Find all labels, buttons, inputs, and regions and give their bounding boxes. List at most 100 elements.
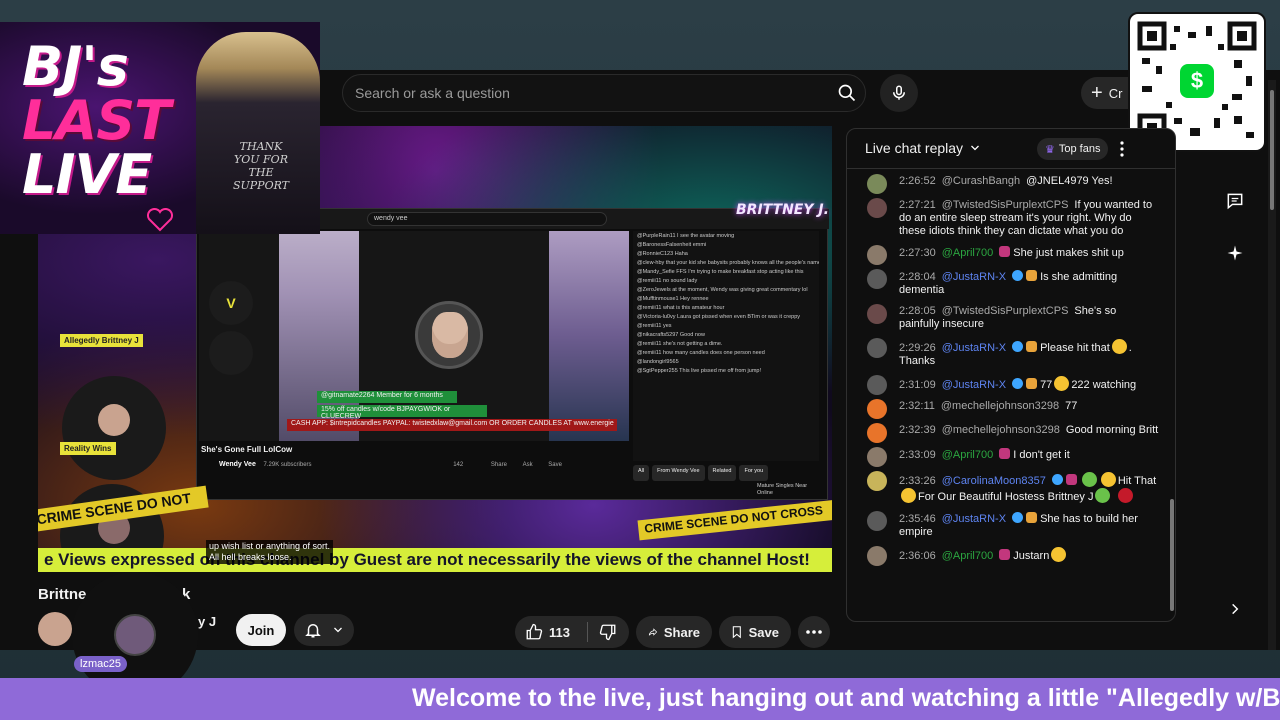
stage-label-guest: Reality Wins: [60, 442, 116, 455]
shared-chat-line: @remiii11 she's not getting a dime.: [637, 340, 723, 347]
chat-timestamp: 2:26:52: [899, 175, 936, 187]
promo-cashapp: CASH APP: $intrepidcandles PAYPAL: twist…: [287, 419, 617, 431]
chat-author[interactable]: @CurashBangh: [942, 175, 1020, 187]
stage-cam-host: [62, 376, 166, 480]
chat-author[interactable]: @mechellejohnson3298: [942, 424, 1060, 436]
chat-title-label: Live chat replay: [865, 140, 964, 156]
chat-avatar: [867, 546, 887, 566]
shared-share: Share: [490, 462, 507, 468]
shared-avatar: [415, 301, 483, 369]
member-badge-icon: [999, 549, 1011, 560]
chat-text: @JNEL4979 Yes!: [1026, 175, 1113, 187]
chevron-down-icon: [334, 627, 342, 633]
shared-tab: For you: [739, 465, 769, 481]
chat-message: 2:32:39 @mechellejohnson3298 Good morning …: [847, 420, 1169, 444]
shared-subs: 7.29K subscribers: [263, 462, 312, 468]
chat-author[interactable]: @CarolinaMoon8357: [942, 475, 1046, 487]
shared-chat-line: @remiii11 how many candles does one pers…: [637, 349, 765, 356]
chat-author[interactable]: @TwistedSisPurplextCPS: [942, 305, 1069, 317]
more-actions-button[interactable]: [798, 616, 830, 648]
like-dislike-group: 113: [515, 616, 629, 648]
stream-screen: + Cr Allegedly Brittney J Reality Wins w…: [0, 0, 1280, 720]
chat-text: Hit That: [1117, 475, 1157, 487]
dislike-button[interactable]: [588, 623, 628, 641]
chat-author[interactable]: @JustaRN-X: [942, 271, 1006, 283]
moderator-badge-icon: [1012, 341, 1024, 352]
chat-author[interactable]: @JustaRN-X: [942, 513, 1006, 525]
channel-avatar[interactable]: [38, 612, 72, 646]
waving-hand-emoji-icon: [1100, 472, 1116, 487]
shared-guest-cam: [209, 331, 253, 375]
chat-message: 2:29:26 @JustaRN-X Please hit that. Thanks: [847, 335, 1169, 372]
chat-text: I don't get it: [1013, 449, 1070, 461]
notifications-button[interactable]: [294, 614, 354, 646]
chat-author[interactable]: @April700: [942, 247, 994, 259]
chat-menu-button[interactable]: [1117, 139, 1127, 159]
comment-icon: [1227, 193, 1243, 210]
crime-tape-right: CRIME SCENE DO NOT CROSS: [637, 499, 832, 541]
chat-avatar: [867, 304, 887, 324]
join-button[interactable]: Join: [236, 614, 286, 646]
search-icon: [838, 84, 856, 102]
bookmark-icon: [732, 626, 741, 639]
chat-timestamp: 2:27:30: [899, 247, 936, 259]
search-box[interactable]: [342, 74, 866, 112]
shared-screen: wendy vee V @gitnamate2264 Member for 6 …: [196, 208, 829, 500]
logo-jacket-text: THANK YOU FOR THE SUPPORT: [232, 140, 290, 192]
top-fans-button[interactable]: ♛ Top fans: [1037, 138, 1109, 160]
chat-scrollbar[interactable]: [1170, 499, 1174, 611]
chat-author[interactable]: @JustaRN-X: [942, 379, 1006, 391]
share-icon: [648, 628, 658, 636]
chat-avatar: [867, 269, 887, 289]
search-button[interactable]: [830, 78, 864, 108]
share-button[interactable]: Share: [636, 616, 712, 648]
chat-author[interactable]: @JustaRN-X: [942, 342, 1006, 354]
chat-avatar: [867, 471, 887, 491]
shared-chat: @PurpleRain11 I see the avatar moving @B…: [633, 231, 819, 461]
moderator-badge-icon: [1012, 512, 1024, 523]
laughing-emoji-icon: [1051, 547, 1067, 562]
chat-author[interactable]: @April700: [942, 550, 994, 562]
shared-tab: All: [633, 465, 650, 481]
chat-avatar: [867, 198, 887, 218]
search-input[interactable]: [355, 83, 815, 103]
chat-message-list[interactable]: 2:26:52 @CurashBangh @JNEL4979 Yes! 2:27:2…: [847, 171, 1169, 621]
thumbs-up-emoji-icon: [1054, 376, 1070, 391]
plus-icon: +: [1091, 81, 1103, 104]
member-badge-icon: [1065, 474, 1077, 485]
shared-title: She's Gone Full LolCow: [201, 445, 293, 454]
rail-comments-button[interactable]: [1222, 188, 1248, 214]
chat-mode-dropdown[interactable]: Live chat replay: [865, 140, 981, 156]
chat-message: 2:35:46 @JustaRN-X She has to build her em…: [847, 508, 1169, 543]
rail-next-button[interactable]: [1222, 596, 1248, 622]
page-scrollbar-thumb[interactable]: [1270, 90, 1274, 210]
shared-chat-line: @PurpleRain11 I see the avatar moving: [637, 232, 735, 239]
moderator-badge-icon: [1051, 474, 1063, 485]
thumbs-down-icon: [599, 624, 616, 641]
guest-cam-avatar: [114, 614, 156, 656]
chat-avatar: [867, 338, 887, 358]
rail-ask-button[interactable]: [1222, 240, 1248, 266]
chat-author[interactable]: @TwistedSisPurplextCPS: [942, 199, 1069, 211]
channel-name[interactable]: y J: [198, 614, 216, 629]
more-horizontal-icon: [806, 630, 822, 634]
member-badge-icon: [999, 246, 1011, 257]
chat-timestamp: 2:32:11: [899, 400, 935, 412]
chat-message: 2:33:26 @CarolinaMoon8357 Hit That For Our …: [847, 468, 1169, 508]
promo-code: 15% off candles w/code BJPAYGWIOK or CLU…: [317, 405, 487, 420]
shared-chat-line: @Victoria-lu0vy Laura got pissed when ev…: [637, 313, 801, 320]
chat-author[interactable]: @mechellejohnson3298: [941, 400, 1059, 412]
shared-chat-line: @clew-hby that your kid she babysits pro…: [637, 259, 819, 266]
shared-chat-line: @nikacrafts5297 Good now: [637, 331, 705, 338]
chat-timestamp: 2:36:06: [899, 550, 936, 562]
voice-search-button[interactable]: [880, 74, 918, 112]
save-button[interactable]: Save: [719, 616, 791, 648]
shared-tab: From Wendy Vee: [652, 465, 705, 481]
member-badge-icon: [999, 448, 1011, 459]
chat-avatar: [867, 511, 887, 531]
chevron-down-icon: [971, 145, 980, 151]
chat-avatar: [867, 245, 887, 265]
logo-line: LIVE: [22, 143, 152, 206]
like-button[interactable]: 113: [515, 623, 587, 641]
chat-author[interactable]: @April700: [942, 449, 994, 461]
